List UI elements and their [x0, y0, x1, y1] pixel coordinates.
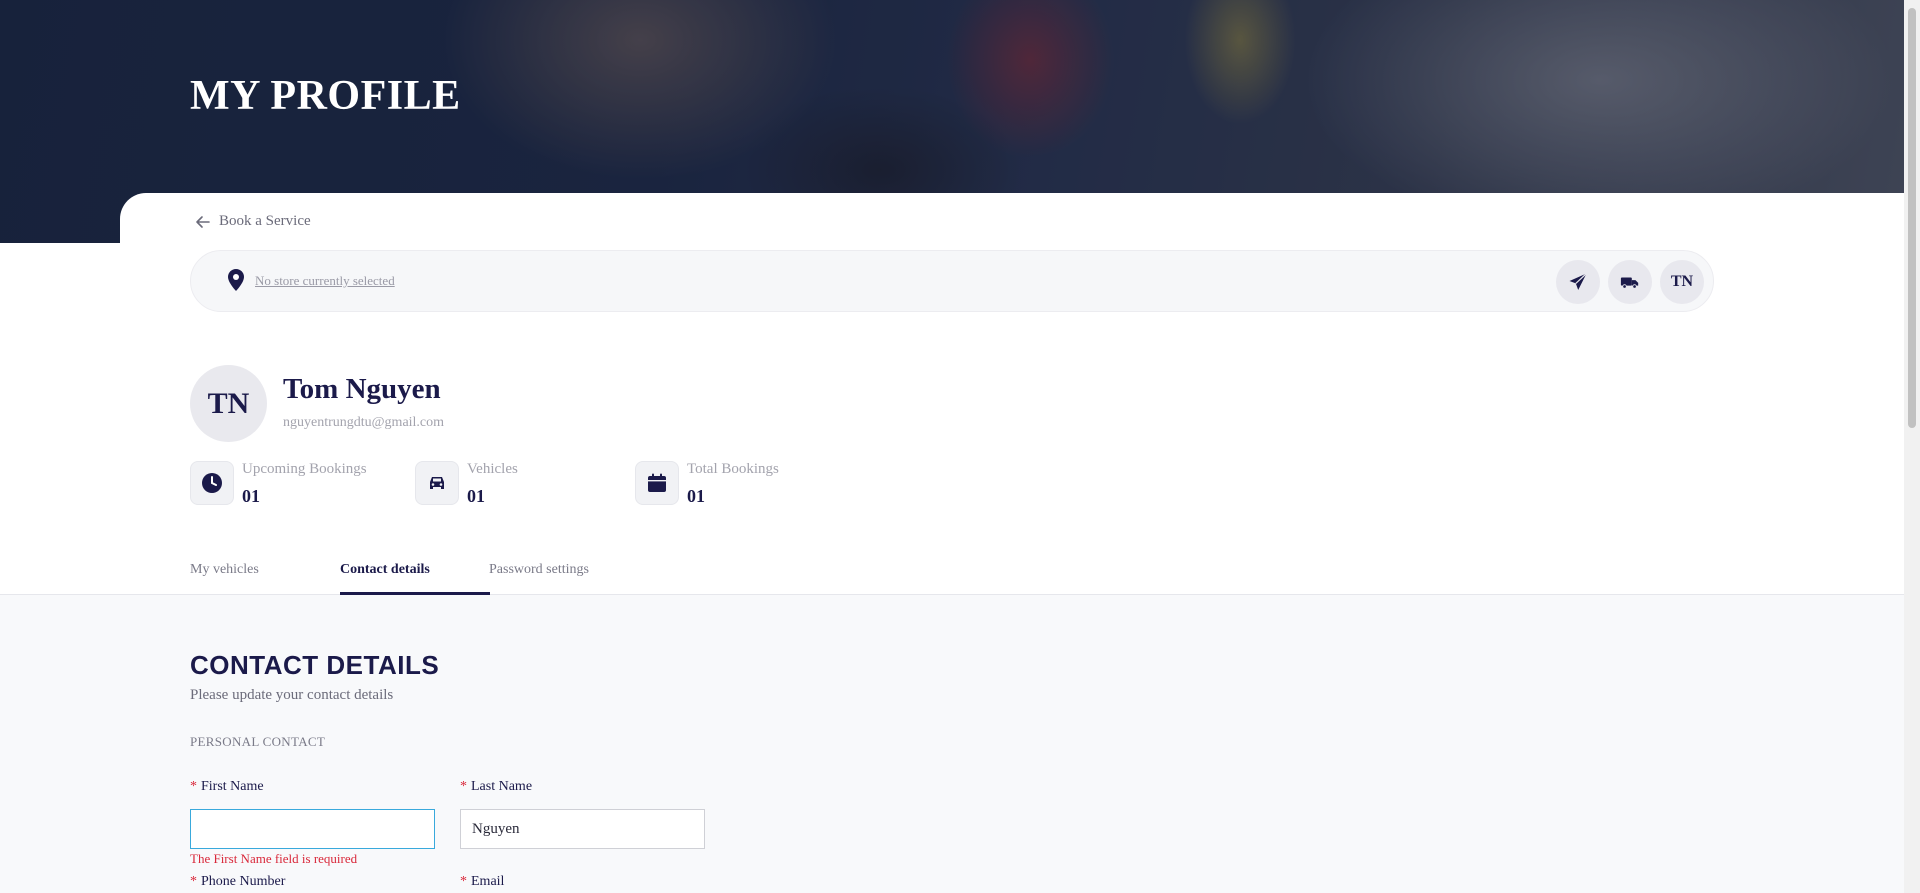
page-scrollbar[interactable] [1904, 0, 1920, 893]
required-marker: * [190, 779, 197, 794]
tab-password-settings[interactable]: Password settings [489, 562, 589, 578]
phone-number-label: * Phone Number [190, 874, 286, 889]
stat-value: 01 [687, 486, 705, 506]
arrow-left-icon [196, 215, 210, 228]
required-marker: * [460, 874, 467, 889]
delivery-button[interactable] [1608, 260, 1652, 304]
last-name-label: * Last Name [460, 779, 533, 794]
stat-label: Vehicles [467, 461, 518, 477]
first-name-error: The First Name field is required [190, 851, 358, 866]
store-selection-link[interactable]: No store currently selected [255, 273, 395, 289]
profile-tabs: My vehicles Contact details Password set… [0, 552, 1904, 595]
avatar: TN [190, 365, 267, 442]
tab-contact-details[interactable]: Contact details [340, 562, 430, 578]
profile-email: nguyentrungdtu@gmail.com [283, 415, 445, 430]
car-icon [430, 477, 444, 489]
stat-value: 01 [242, 486, 260, 506]
required-marker: * [460, 779, 467, 794]
scrollbar-thumb[interactable] [1908, 8, 1916, 428]
stat-label: Upcoming Bookings [242, 461, 367, 477]
clock-icon [202, 473, 222, 493]
back-link-label: Book a Service [219, 213, 311, 229]
calendar-icon [648, 473, 666, 492]
first-name-label: * First Name [190, 779, 264, 794]
tab-my-vehicles[interactable]: My vehicles [190, 562, 259, 578]
first-name-input[interactable] [190, 809, 435, 849]
stat-label: Total Bookings [687, 461, 779, 477]
personal-contact-heading: PERSONAL CONTACT [190, 734, 326, 749]
user-menu-button[interactable]: TN [1660, 260, 1704, 304]
profile-name: Tom Nguyen [283, 373, 441, 405]
email-label: * Email [460, 874, 505, 889]
store-selector-bar: No store currently selected TN [190, 250, 1714, 312]
truck-icon [1620, 277, 1639, 289]
stat-value: 01 [467, 486, 485, 506]
section-title: CONTACT DETAILS [190, 650, 440, 680]
send-button[interactable] [1556, 260, 1600, 304]
paper-plane-icon [1569, 273, 1587, 290]
required-marker: * [190, 874, 197, 889]
last-name-input[interactable] [460, 809, 705, 849]
location-pin-icon [228, 269, 244, 291]
section-subtitle: Please update your contact details [190, 687, 394, 703]
page-title: MY PROFILE [190, 73, 461, 119]
back-to-book-service-link[interactable]: Book a Service [195, 213, 311, 230]
